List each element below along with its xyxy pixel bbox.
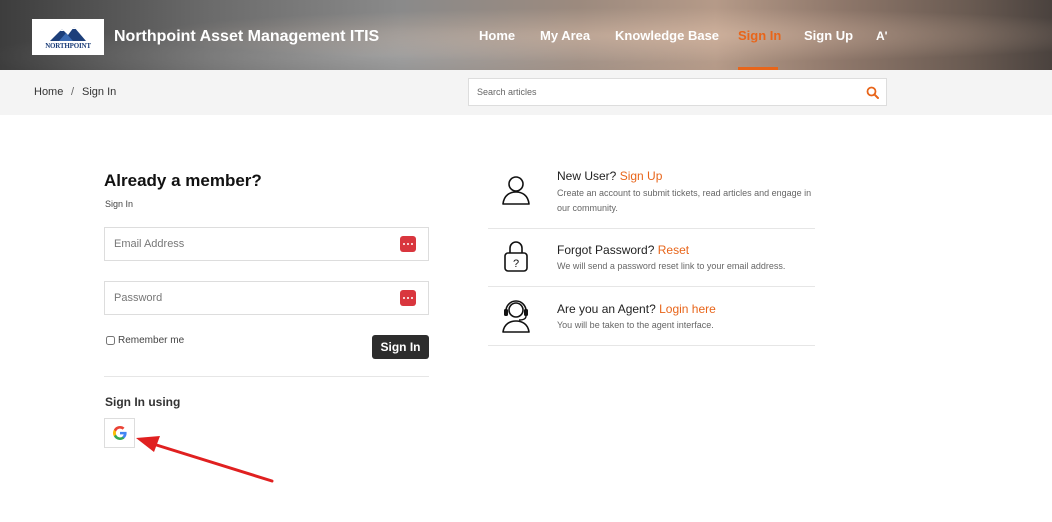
font-size-toggle[interactable]: A' — [876, 29, 888, 43]
search-input[interactable] — [469, 79, 849, 105]
info-title-text: Forgot Password? — [557, 243, 655, 257]
divider — [104, 376, 429, 377]
breadcrumb-separator: / — [71, 86, 75, 98]
reset-link[interactable]: Reset — [658, 243, 689, 257]
password-field-wrapper — [104, 281, 429, 315]
login-heading: Already a member? — [104, 171, 262, 190]
logo-text: NORTHPOINT — [45, 41, 91, 50]
site-title[interactable]: Northpoint Asset Management ITIS — [114, 28, 379, 46]
remember-me-checkbox[interactable] — [106, 336, 115, 345]
nav-knowledge-base[interactable]: Knowledge Base — [615, 28, 719, 43]
sign-in-using-heading: Sign In using — [105, 395, 181, 409]
login-subheading: Sign In — [105, 199, 134, 209]
password-field[interactable] — [105, 282, 385, 314]
info-agent: Are you an Agent? Login here You will be… — [488, 296, 815, 344]
info-new-user: New User? Sign Up Create an account to s… — [488, 165, 815, 227]
info-description: You will be taken to the agent interface… — [557, 320, 714, 330]
info-forgot-password: ? Forgot Password? Reset We will send a … — [488, 238, 815, 286]
lock-question-icon: ? — [504, 241, 528, 272]
sign-in-button[interactable]: Sign In — [372, 335, 429, 359]
info-title: New User? Sign Up — [557, 169, 662, 183]
site-logo[interactable]: NORTHPOINT — [32, 19, 104, 55]
info-title-text: Are you an Agent? — [557, 302, 656, 316]
email-field-wrapper — [104, 227, 429, 261]
info-divider — [488, 345, 815, 346]
remember-me-label: Remember me — [118, 335, 185, 346]
mountain-logo-icon — [50, 26, 86, 41]
agent-headset-icon — [502, 300, 530, 333]
password-manager-icon[interactable] — [400, 236, 416, 252]
breadcrumb-current: Sign In — [82, 86, 117, 98]
user-icon — [502, 176, 530, 205]
nav-sign-up[interactable]: Sign Up — [804, 28, 853, 43]
remember-me[interactable]: Remember me — [106, 335, 184, 346]
search-icon[interactable] — [866, 86, 879, 99]
nav-home[interactable]: Home — [479, 28, 515, 43]
google-sign-in-button[interactable] — [104, 418, 135, 448]
sign-up-link[interactable]: Sign Up — [620, 169, 663, 183]
info-title-text: New User? — [557, 169, 617, 183]
google-icon — [112, 426, 127, 440]
breadcrumb-home[interactable]: Home — [34, 86, 63, 98]
info-divider — [488, 286, 815, 287]
password-manager-icon[interactable] — [400, 290, 416, 306]
nav-my-area[interactable]: My Area — [540, 28, 590, 43]
info-description: Create an account to submit tickets, rea… — [557, 188, 812, 213]
search-box — [468, 78, 887, 106]
svg-text:?: ? — [513, 258, 519, 270]
site-header: NORTHPOINT Northpoint Asset Management I… — [0, 0, 1052, 70]
info-title: Forgot Password? Reset — [557, 243, 689, 257]
nav-sign-in[interactable]: Sign In — [738, 28, 781, 43]
info-divider — [488, 228, 815, 229]
email-field[interactable] — [105, 228, 385, 260]
agent-login-link[interactable]: Login here — [659, 302, 716, 316]
info-description: We will send a password reset link to yo… — [557, 261, 786, 271]
info-title: Are you an Agent? Login here — [557, 302, 716, 316]
